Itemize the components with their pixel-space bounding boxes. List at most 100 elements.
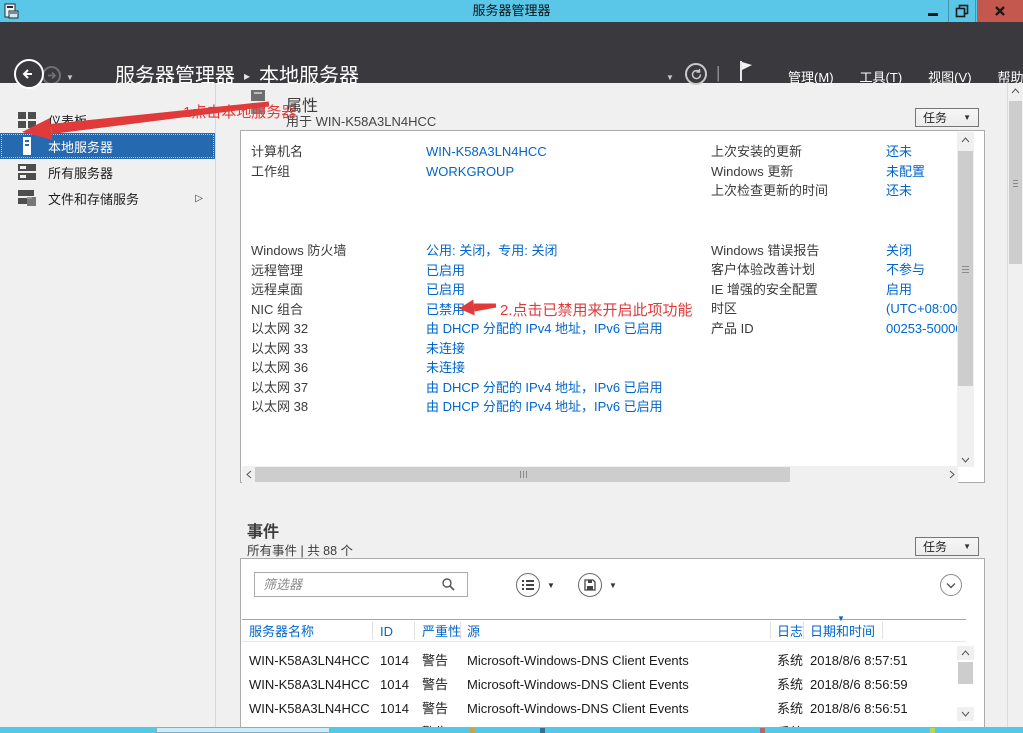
property-row: 远程桌面已启用: [251, 280, 706, 300]
property-label: 客户体验改善计划: [711, 260, 886, 280]
property-value-link[interactable]: 启用: [886, 280, 958, 300]
column-header-1[interactable]: 服务器名称: [249, 620, 314, 643]
event-row[interactable]: WIN-K58A3LN4HCC1014警告Microsoft-Windows-D…: [242, 649, 966, 673]
chevron-down-icon[interactable]: ▼: [609, 581, 617, 590]
menu-item-3[interactable]: 视图(V): [928, 67, 971, 86]
property-row: 以太网 33未连接: [251, 339, 706, 359]
scroll-down-icon[interactable]: [957, 452, 974, 467]
sidebar-item-2[interactable]: 本地服务器: [0, 133, 215, 159]
property-value-link[interactable]: 由 DHCP 分配的 IPv4 地址，IPv6 已启用: [426, 321, 663, 336]
property-value-link[interactable]: 已禁用: [426, 302, 465, 317]
column-header-5[interactable]: 日志: [777, 620, 803, 643]
breadcrumb-current[interactable]: 本地服务器: [259, 65, 359, 87]
property-row: 以太网 36未连接: [251, 358, 706, 378]
properties-right-column: 上次安装的更新还未Windows 更新未配置上次检查更新的时间还未Windows…: [711, 142, 958, 338]
column-header-4[interactable]: 源: [467, 620, 480, 643]
property-value-link[interactable]: 未连接: [426, 360, 465, 375]
menu-item-2[interactable]: 工具(T): [860, 67, 903, 86]
scroll-left-icon[interactable]: [242, 466, 255, 483]
property-label: 以太网 36: [251, 358, 426, 378]
properties-tasks-button[interactable]: 任务▼: [915, 108, 979, 127]
back-button[interactable]: [14, 59, 44, 89]
property-row: NIC 组合已禁用: [251, 300, 706, 320]
title-bar: 服务器管理器: [0, 0, 1023, 22]
properties-vertical-scrollbar[interactable]: [957, 132, 974, 467]
scroll-thumb[interactable]: [1009, 101, 1022, 264]
property-value-link[interactable]: 未配置: [886, 162, 958, 182]
event-cell-severity: 警告: [422, 649, 467, 673]
property-value-link[interactable]: 00253-50000-0: [886, 319, 958, 339]
sort-descending-icon[interactable]: ▼: [837, 614, 845, 623]
nav-history-caret-icon[interactable]: ▼: [66, 73, 74, 82]
property-value-link[interactable]: 已启用: [426, 263, 465, 278]
property-value-link[interactable]: WORKGROUP: [426, 164, 514, 179]
property-label: 计算机名: [251, 142, 426, 162]
event-cell-datetime: 2018/8/6 8:57:51: [810, 649, 955, 673]
all-servers-icon: [18, 164, 38, 180]
refresh-button[interactable]: [685, 63, 707, 85]
breadcrumb-separator-icon: ▸: [244, 69, 250, 83]
scroll-up-icon[interactable]: [957, 132, 974, 147]
events-summary: 所有事件 | 共 88 个: [247, 540, 353, 559]
taskbar-strip[interactable]: [0, 727, 1023, 733]
scroll-right-icon[interactable]: [945, 466, 958, 483]
property-value-link[interactable]: 不参与: [886, 260, 958, 280]
column-header-2[interactable]: ID: [380, 620, 393, 643]
property-label: 产品 ID: [711, 319, 886, 339]
events-tasks-button[interactable]: 任务▼: [915, 537, 979, 556]
collapse-section-button[interactable]: [940, 574, 962, 596]
event-cell-datetime: 2018/8/6 8:56:51: [810, 697, 955, 721]
event-cell-id: 1014: [380, 697, 420, 721]
scroll-up-icon[interactable]: [957, 646, 974, 660]
property-row: 上次检查更新的时间还未: [711, 181, 958, 201]
filter-input[interactable]: [254, 572, 468, 597]
property-value-link[interactable]: 已启用: [426, 282, 465, 297]
sidebar-item-1[interactable]: 仪表板: [0, 107, 215, 133]
property-row: Windows 更新未配置: [711, 162, 958, 182]
property-row: 上次安装的更新还未: [711, 142, 958, 162]
property-value-link[interactable]: 由 DHCP 分配的 IPv4 地址，IPv6 已启用: [426, 399, 663, 414]
property-value-link[interactable]: 由 DHCP 分配的 IPv4 地址，IPv6 已启用: [426, 380, 663, 395]
chevron-down-icon[interactable]: ▼: [547, 581, 555, 590]
column-header-6[interactable]: 日期和时间: [810, 620, 875, 643]
property-label: 上次安装的更新: [711, 142, 886, 162]
property-value-link[interactable]: 还未: [886, 181, 958, 201]
event-cell-source: Microsoft-Windows-DNS Client Events: [467, 649, 767, 673]
properties-horizontal-scrollbar[interactable]: [242, 466, 958, 483]
local-server-icon: [18, 137, 38, 155]
expand-arrow-icon[interactable]: ▷: [195, 193, 203, 204]
column-header-3[interactable]: 严重性: [422, 620, 461, 643]
scroll-thumb[interactable]: [958, 662, 973, 684]
scroll-down-icon[interactable]: [957, 707, 974, 721]
property-value-link[interactable]: 公用: 关闭，专用: 关闭: [426, 243, 557, 258]
scroll-thumb[interactable]: [255, 467, 790, 482]
events-table-header: 服务器名称 ID 严重性源 日志日期和时间: [242, 619, 966, 642]
property-value-link[interactable]: 未连接: [426, 341, 465, 356]
notifications-flag-icon[interactable]: [737, 60, 755, 85]
search-icon[interactable]: [441, 577, 455, 594]
property-value-link[interactable]: 关闭: [886, 241, 958, 261]
sidebar-item-4[interactable]: 文件和存储服务▷: [0, 185, 215, 211]
query-list-button[interactable]: [516, 573, 540, 597]
property-row: 以太网 32由 DHCP 分配的 IPv4 地址，IPv6 已启用: [251, 319, 706, 339]
scroll-thumb[interactable]: [958, 151, 973, 386]
property-value-link[interactable]: WIN-K58A3LN4HCC: [426, 144, 547, 159]
chevron-down-icon: ▼: [963, 113, 971, 122]
events-vertical-scrollbar[interactable]: [957, 646, 974, 721]
sidebar: 仪表板本地服务器所有服务器文件和存储服务▷: [0, 83, 216, 733]
sidebar-item-3[interactable]: 所有服务器: [0, 159, 215, 185]
main-vertical-scrollbar[interactable]: [1007, 83, 1023, 733]
save-query-button[interactable]: [578, 573, 602, 597]
scope-caret-icon[interactable]: ▼: [666, 73, 674, 82]
properties-server-icon: [248, 88, 268, 119]
restore-button[interactable]: [948, 0, 976, 22]
close-button[interactable]: [977, 0, 1023, 22]
menu-item-1[interactable]: 管理(M): [788, 67, 834, 86]
minimize-button[interactable]: [919, 0, 947, 22]
event-row[interactable]: WIN-K58A3LN4HCC1014警告Microsoft-Windows-D…: [242, 673, 966, 697]
taskbar-window-button[interactable]: [156, 727, 330, 733]
property-value-link[interactable]: 还未: [886, 142, 958, 162]
property-value-link[interactable]: (UTC+08:00)北: [886, 299, 958, 319]
scroll-up-icon[interactable]: [1008, 83, 1023, 99]
event-row[interactable]: WIN-K58A3LN4HCC1014警告Microsoft-Windows-D…: [242, 697, 966, 721]
